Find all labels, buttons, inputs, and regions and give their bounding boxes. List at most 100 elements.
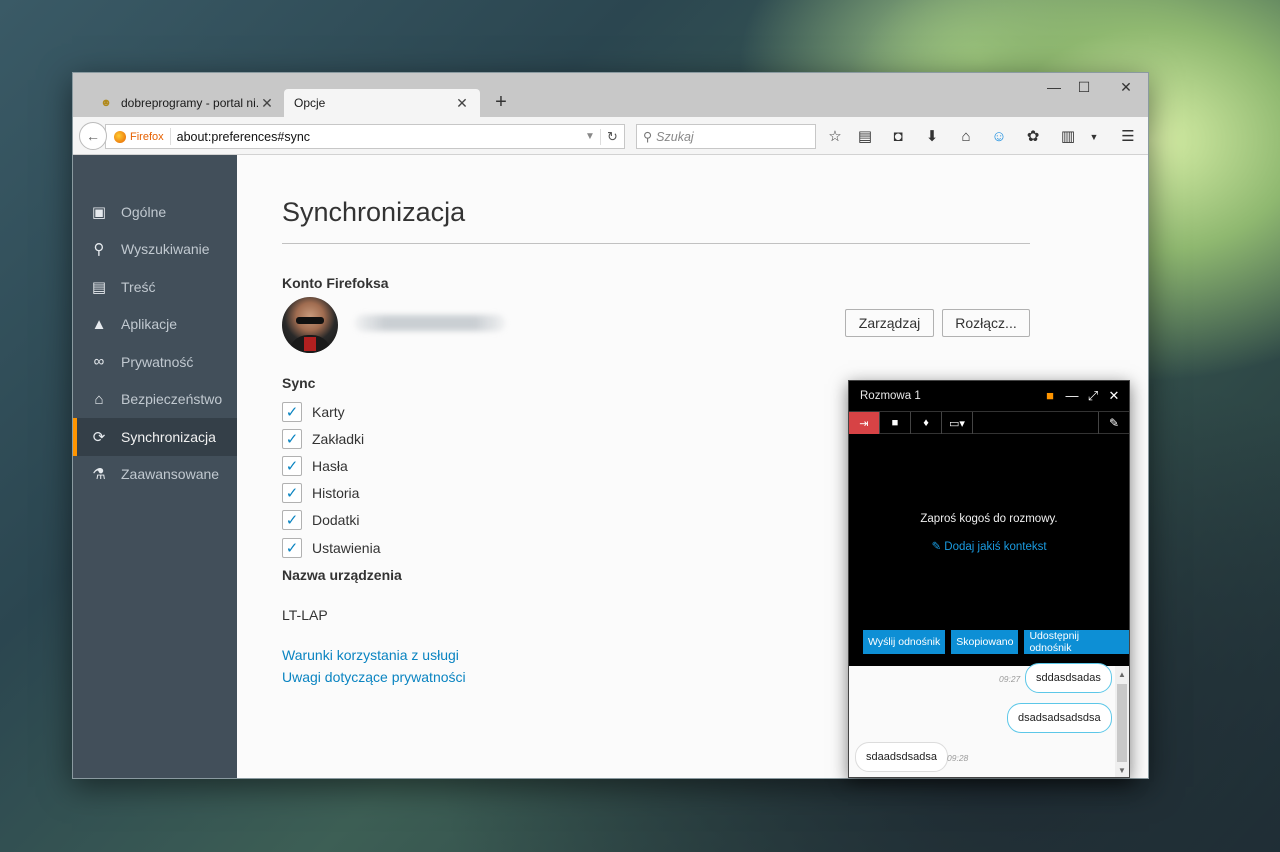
scroll-thumb[interactable] <box>1117 684 1127 762</box>
sync-heading: Sync <box>282 375 316 391</box>
magnifier-icon: ⚲ <box>643 130 653 144</box>
navigation-toolbar: Firefox about:preferences#sync ▼ ↻ ← ⚲ S… <box>73 117 1148 155</box>
tab-label: Opcje <box>294 96 326 110</box>
minimize-icon[interactable]: — <box>1041 79 1067 95</box>
edit-context-icon[interactable]: ✎ <box>1098 412 1129 434</box>
addons-checkbox[interactable]: ✓ <box>282 510 302 531</box>
add-context-link[interactable]: ✎ Dodaj jakiś kontekst <box>849 539 1129 553</box>
identity-badge[interactable]: Firefox <box>106 128 171 145</box>
back-button[interactable]: ← <box>79 122 107 150</box>
pocket-icon[interactable]: ◘ <box>887 127 909 147</box>
sidebar-item-sync[interactable]: ⟳ Synchronizacja <box>73 418 237 456</box>
sync-option-label: Dodatki <box>312 512 360 529</box>
addon-icon[interactable]: ✿ <box>1022 127 1044 147</box>
sidebar-item-label: Wyszukiwanie <box>121 241 210 258</box>
close-window-icon[interactable]: ✕ <box>1113 79 1139 96</box>
clipboard-dropdown-icon[interactable]: ▼ <box>1083 127 1105 147</box>
downloads-icon[interactable]: ⬇ <box>921 127 943 147</box>
camera-toggle-icon[interactable]: ■ <box>880 412 911 434</box>
tab-opcje[interactable]: Opcje ✕ <box>284 89 480 117</box>
close-chat-icon[interactable]: ✕ <box>1105 388 1123 404</box>
message-timestamp: 09:27 <box>999 674 1021 684</box>
manage-button[interactable]: Zarządzaj <box>845 309 934 337</box>
maximize-icon[interactable]: ☐ <box>1071 79 1097 96</box>
message-bubble: sdaadsdsadsa <box>855 742 948 772</box>
minimize-chat-icon[interactable]: — <box>1063 388 1081 404</box>
home-icon[interactable]: ⌂ <box>955 127 977 147</box>
bookmarks-checkbox[interactable]: ✓ <box>282 428 302 449</box>
avatar <box>282 297 338 353</box>
sync-option-addons[interactable]: ✓ Dodatki <box>282 507 380 534</box>
account-heading: Konto Firefoksa <box>282 275 389 291</box>
message-bubble: sddasdsadas <box>1025 663 1112 693</box>
disconnect-button[interactable]: Rozłącz... <box>942 309 1030 337</box>
device-name-heading: Nazwa urządzenia <box>282 567 402 583</box>
content-icon: ▤ <box>91 278 107 296</box>
scroll-down-icon[interactable]: ▼ <box>1115 766 1129 775</box>
back-arrow-icon: ← <box>86 128 100 144</box>
close-tab-icon[interactable]: ✕ <box>454 95 470 112</box>
chat-title: Rozmowa 1 <box>860 390 921 402</box>
preferences-checkbox[interactable]: ✓ <box>282 537 302 558</box>
share-link-button[interactable]: Udostępnij odnośnik <box>1024 630 1129 654</box>
chat-titlebar: Rozmowa 1 ■ — ⤢ ✕ <box>849 381 1129 411</box>
history-dropdown-icon[interactable]: ▼ <box>580 131 600 142</box>
scroll-up-icon[interactable]: ▲ <box>1115 670 1129 679</box>
sidebar-item-label: Prywatność <box>121 353 194 370</box>
send-link-button[interactable]: Wyślij odnośnik <box>863 630 946 654</box>
tab-strip: ☻ dobreprogramy - portal ni... ✕ Opcje ✕… <box>73 73 1148 117</box>
add-context-label: Dodaj jakiś kontekst <box>944 541 1047 553</box>
chat-share-actions: Wyślij odnośnik Skopiowano Udostępnij od… <box>863 630 1129 654</box>
sidebar-item-label: Ogólne <box>121 203 167 220</box>
sidebar-item-security[interactable]: ⌂ Bezpieczeństwo <box>73 381 237 419</box>
sidebar-item-advanced[interactable]: ⚗ Zaawansowane <box>73 456 237 494</box>
video-camera-icon[interactable]: ■ <box>1041 388 1059 404</box>
terms-of-service-link[interactable]: Warunki korzystania z usługi <box>282 647 459 663</box>
identity-label: Firefox <box>130 130 164 143</box>
title-divider <box>282 243 1030 244</box>
tabs-checkbox[interactable]: ✓ <box>282 401 302 422</box>
sidebar-item-general[interactable]: ▣ Ogólne <box>73 193 237 231</box>
sidebar-item-search[interactable]: ⚲ Wyszukiwanie <box>73 231 237 269</box>
sidebar-item-privacy[interactable]: ∞ Prywatność <box>73 343 237 381</box>
bookmark-star-icon[interactable]: ☆ <box>824 127 846 147</box>
sync-option-history[interactable]: ✓ Historia <box>282 480 380 507</box>
expand-chat-icon[interactable]: ⤢ <box>1084 388 1102 404</box>
url-text[interactable]: about:preferences#sync <box>171 130 580 144</box>
new-tab-icon[interactable]: + <box>491 91 511 114</box>
bookmarks-menu-icon[interactable]: ▤ <box>854 127 876 147</box>
close-tab-icon[interactable]: ✕ <box>259 95 275 112</box>
sync-option-preferences[interactable]: ✓ Ustawienia <box>282 534 380 561</box>
privacy-mask-icon: ∞ <box>93 353 105 371</box>
device-name-value: LT-LAP <box>282 607 328 623</box>
sync-option-bookmarks[interactable]: ✓ Zakładki <box>282 425 380 452</box>
chat-toolbar: ⇥ ■ ♦ ▭▾ ✎ <box>849 411 1129 434</box>
sidebar-item-label: Bezpieczeństwo <box>121 391 223 408</box>
sync-option-tabs[interactable]: ✓ Karty <box>282 398 380 425</box>
search-input[interactable]: ⚲ Szukaj <box>636 124 816 149</box>
copied-button[interactable]: Skopiowano <box>951 630 1019 654</box>
sidebar-item-applications[interactable]: ▲ Aplikacje <box>73 306 237 344</box>
clipboard-icon[interactable]: ▥ <box>1057 127 1079 147</box>
sync-option-passwords[interactable]: ✓ Hasła <box>282 452 380 479</box>
screen-share-icon[interactable]: ▭▾ <box>942 412 973 434</box>
passwords-checkbox[interactable]: ✓ <box>282 455 302 476</box>
reload-icon[interactable]: ↻ <box>600 128 624 145</box>
url-bar[interactable]: Firefox about:preferences#sync ▼ ↻ <box>105 124 625 149</box>
chat-message-log[interactable]: 09:27 sddasdsadas dsadsadsadsdsa sdaadsd… <box>849 663 1129 777</box>
preferences-sidebar: ▣ Ogólne ⚲ Wyszukiwanie ▤ Treść ▲ Aplika… <box>73 155 237 778</box>
hamburger-menu-icon[interactable]: ☰ <box>1117 127 1139 147</box>
search-placeholder: Szukaj <box>656 129 694 144</box>
dobreprogramy-favicon-icon: ☻ <box>100 97 112 109</box>
page-title: Synchronizacja <box>282 197 466 227</box>
microphone-icon[interactable]: ♦ <box>911 412 942 434</box>
chat-scrollbar[interactable]: ▲ ▼ <box>1115 666 1129 777</box>
message-timestamp: 09:28 <box>947 753 969 763</box>
tab-dobreprogramy[interactable]: ☻ dobreprogramy - portal ni... ✕ <box>89 89 285 117</box>
leave-conversation-icon[interactable]: ⇥ <box>849 412 880 434</box>
sync-option-label: Hasła <box>312 457 348 474</box>
sidebar-item-content[interactable]: ▤ Treść <box>73 268 237 306</box>
history-checkbox[interactable]: ✓ <box>282 483 302 504</box>
privacy-notice-link[interactable]: Uwagi dotyczące prywatności <box>282 669 466 685</box>
hello-icon[interactable]: ☺ <box>988 127 1010 147</box>
